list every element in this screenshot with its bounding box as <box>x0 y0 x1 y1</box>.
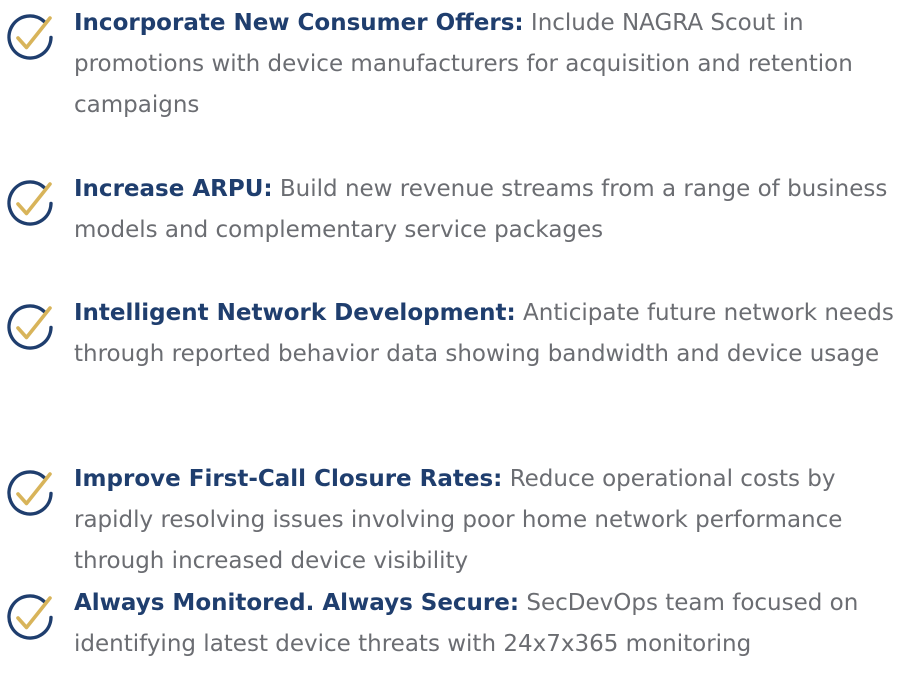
benefit-title: Improve First-Call Closure Rates: <box>74 466 503 492</box>
benefit-title: Incorporate New Consumer Offers: <box>74 10 524 36</box>
benefit-title: Increase ARPU: <box>74 176 273 202</box>
benefit-text: Improve First-Call Closure Rates: Reduce… <box>74 459 894 582</box>
benefit-text: Intelligent Network Development: Anticip… <box>74 293 894 375</box>
check-circle-icon <box>4 591 56 643</box>
check-circle-icon <box>4 467 56 519</box>
check-circle-icon <box>4 301 56 353</box>
check-circle-icon <box>4 11 56 63</box>
benefit-title: Intelligent Network Development: <box>74 300 516 326</box>
benefit-text: Increase ARPU: Build new revenue streams… <box>74 169 894 251</box>
check-circle-icon <box>4 177 56 229</box>
benefit-title: Always Monitored. Always Secure: <box>74 590 520 616</box>
benefit-text: Incorporate New Consumer Offers: Include… <box>74 3 894 126</box>
benefit-text: Always Monitored. Always Secure: SecDevO… <box>74 583 894 665</box>
